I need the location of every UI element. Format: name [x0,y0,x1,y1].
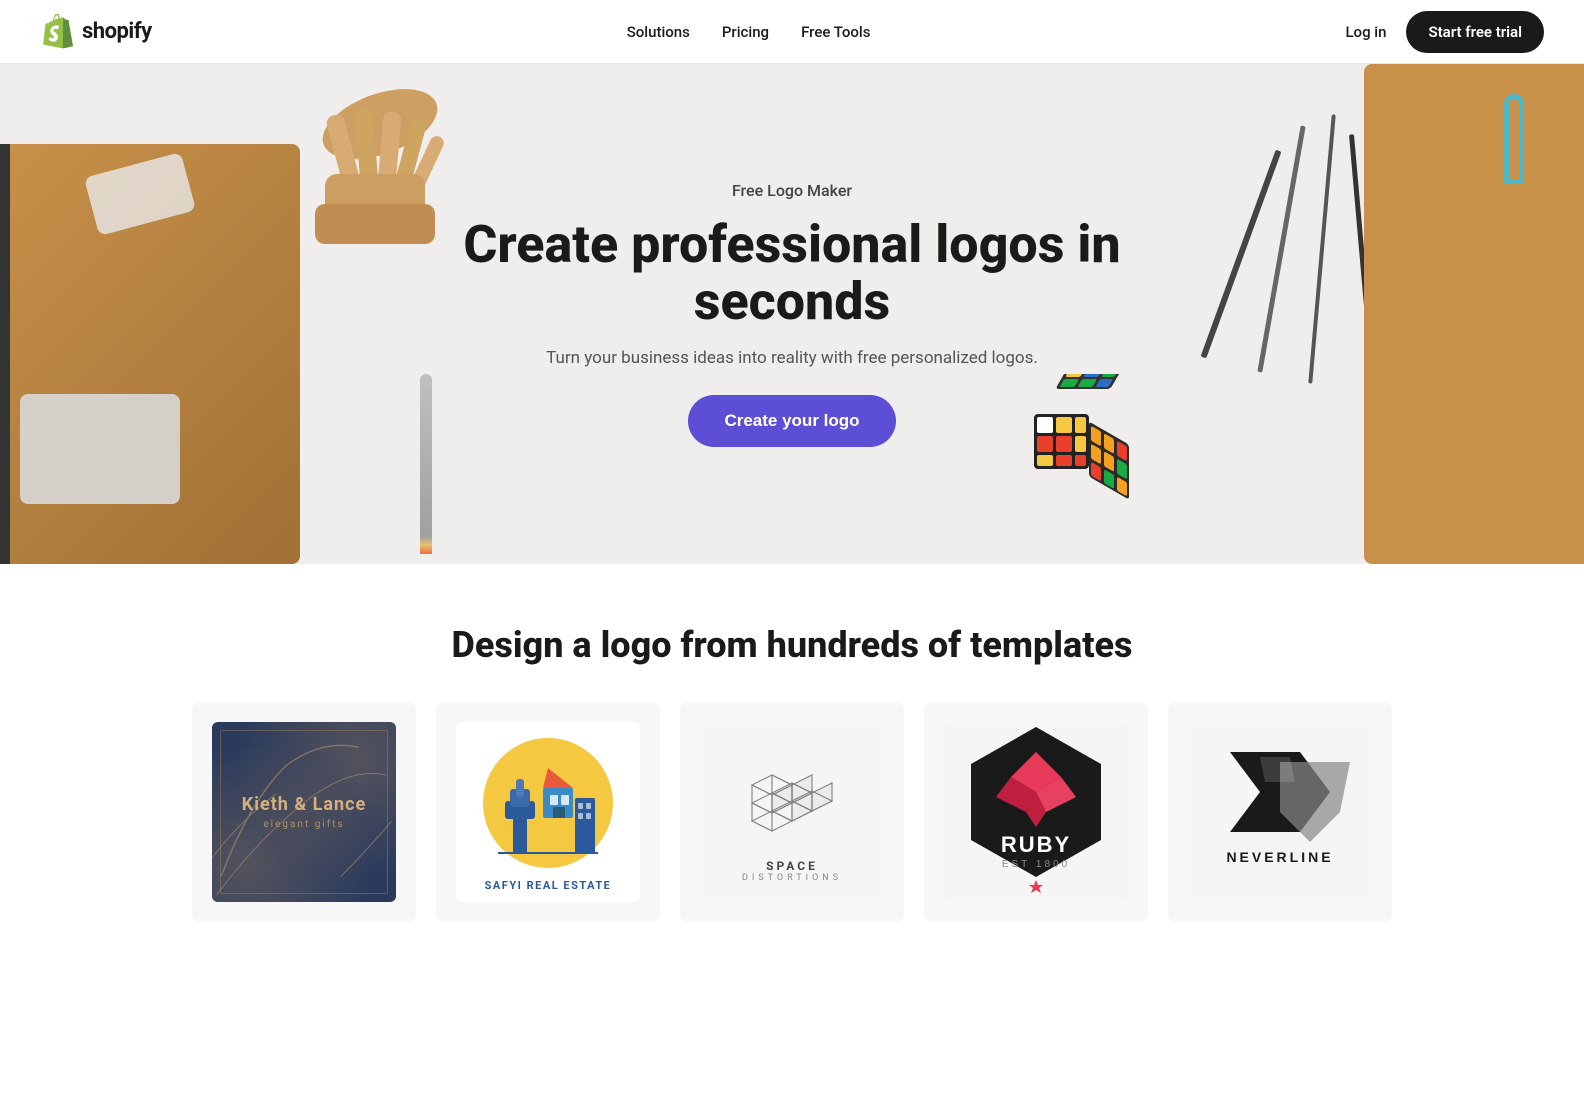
login-link[interactable]: Log in [1345,23,1386,41]
hero-title: Create professional logos in seconds [442,216,1142,330]
hero-description: Turn your business ideas into reality wi… [546,346,1038,372]
space-label: SPACE [766,859,818,873]
distortions-label: DISTORTIONS [742,873,842,883]
template-card-neverline[interactable]: NEVERLINE [1168,702,1392,922]
nav-links: Solutions Pricing Free Tools [627,23,871,41]
kieth-lance-sub: elegant gifts [263,819,344,830]
templates-grid: Kieth & Lance elegant gifts [192,702,1392,922]
template-card-ruby[interactable]: RUBY EST 1800 [924,702,1148,922]
templates-section-title: Design a logo from hundreds of templates [40,624,1544,666]
nav-free-tools[interactable]: Free Tools [801,23,870,41]
neverline-logo-svg: NEVERLINE [1200,732,1360,892]
template-card-safyi[interactable]: SAFYI REAL ESTATE [436,702,660,922]
navbar: shopify Solutions Pricing Free Tools Log… [0,0,1584,64]
hero-content: Free Logo Maker Create professional logo… [422,121,1162,508]
nav-solutions[interactable]: Solutions [627,23,690,41]
template-card-kieth-lance[interactable]: Kieth & Lance elegant gifts [192,702,416,922]
shopify-logo[interactable]: shopify [40,13,152,51]
template-card-space[interactable]: SPACE DISTORTIONS [680,702,904,922]
hero-subtitle: Free Logo Maker [732,181,852,200]
ruby-logo-svg: RUBY EST 1800 [956,722,1116,902]
shopify-wordmark: shopify [82,19,152,44]
kieth-lance-logo: Kieth & Lance elegant gifts [212,722,396,902]
create-logo-button[interactable]: Create your logo [688,395,895,447]
space-distortions-logo [732,741,852,851]
nav-pricing[interactable]: Pricing [722,23,769,41]
shopify-bag-icon [40,13,74,51]
safyi-label: SAFYI REAL ESTATE [485,879,612,892]
start-free-trial-button[interactable]: Start free trial [1406,11,1544,53]
svg-text:EST 1800: EST 1800 [1002,859,1070,870]
svg-text:NEVERLINE: NEVERLINE [1226,849,1333,865]
hero-section: Free Logo Maker Create professional logo… [0,64,1584,564]
svg-text:RUBY: RUBY [1001,832,1071,857]
templates-section: Design a logo from hundreds of templates [0,564,1584,962]
nav-right: Log in Start free trial [1345,11,1544,53]
kieth-lance-name: Kieth & Lance [242,794,366,815]
safyi-logo-svg [478,733,618,873]
